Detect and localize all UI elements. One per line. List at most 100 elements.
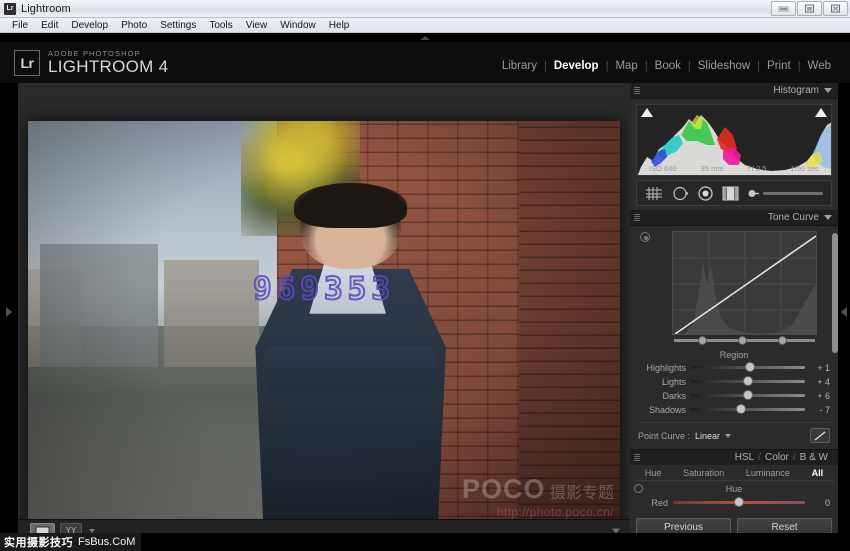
lr-icon: Lr [4, 3, 16, 15]
module-develop[interactable]: Develop [547, 60, 606, 72]
hsl-separator: / [758, 452, 761, 463]
menu-item-help[interactable]: Help [323, 19, 356, 32]
point-curve-row: Point Curve : Linear [638, 422, 830, 443]
menu-item-develop[interactable]: Develop [65, 19, 114, 32]
point-curve-value[interactable]: Linear [695, 431, 720, 441]
slider-knob[interactable] [743, 376, 753, 386]
menu-item-window[interactable]: Window [274, 19, 322, 32]
maximize-icon [804, 4, 815, 13]
chevron-up-icon [420, 36, 430, 40]
hsl-slider-track[interactable] [673, 501, 805, 504]
slider-lights[interactable]: Lights + 4 [638, 375, 830, 388]
top-panel-collapse-toggle[interactable] [0, 33, 850, 42]
slider-highlights[interactable]: Highlights + 1 [638, 361, 830, 374]
menu-item-settings[interactable]: Settings [154, 19, 202, 32]
slider-track[interactable] [691, 394, 805, 397]
module-library[interactable]: Library [495, 60, 544, 72]
tone-curve-graph[interactable] [672, 231, 817, 335]
chevron-down-icon[interactable] [824, 215, 832, 220]
hsl-tab-all[interactable]: All [808, 468, 828, 478]
menu-bar: File Edit Develop Photo Settings Tools V… [0, 18, 850, 33]
split-handle-shadows[interactable] [698, 336, 707, 345]
menu-item-tools[interactable]: Tools [203, 19, 238, 32]
identity-line-2: LIGHTROOM 4 [48, 58, 168, 76]
histogram-graph[interactable]: ISO 640 35 mm f / 2.5 1/50 sec [636, 104, 832, 176]
slider-darks[interactable]: Darks + 6 [638, 389, 830, 402]
chevron-down-icon[interactable] [725, 434, 731, 438]
menu-item-photo[interactable]: Photo [115, 19, 153, 32]
histogram-panel-header[interactable]: Histogram [630, 83, 838, 99]
slider-shadows[interactable]: Shadows - 7 [638, 403, 830, 416]
menu-item-view[interactable]: View [240, 19, 274, 32]
edit-point-curve-button[interactable] [810, 428, 830, 443]
slider-label: Highlights [638, 363, 686, 373]
identity-text: ADOBE PHOTOSHOP LIGHTROOM 4 [48, 50, 168, 76]
module-map[interactable]: Map [608, 60, 644, 72]
hsl-tab-saturation[interactable]: Saturation [679, 468, 728, 478]
menu-item-file[interactable]: File [6, 19, 34, 32]
status-text-cn: 实用摄影技巧 [4, 534, 73, 550]
lightroom-logo: Lr [14, 50, 40, 76]
graduated-filter-tool-icon[interactable] [722, 186, 739, 201]
slider-value: - 7 [810, 405, 830, 415]
maximize-button[interactable] [797, 1, 822, 16]
hsl-title-bw[interactable]: B & W [800, 452, 828, 463]
split-handle-highlights[interactable] [778, 336, 787, 345]
region-label: Region [630, 350, 838, 360]
photo-vignette [28, 121, 620, 531]
minimize-icon [778, 4, 789, 13]
hsl-slider-value: 0 [810, 498, 830, 508]
window-title: Lightroom [21, 3, 71, 15]
hsl-slider-red[interactable]: Red 0 [638, 496, 830, 509]
hsl-tab-hue[interactable]: Hue [641, 468, 666, 478]
exif-shutter-speed: 1/50 sec [791, 164, 819, 173]
minimize-button[interactable] [771, 1, 796, 16]
chevron-down-icon[interactable] [824, 88, 832, 93]
close-icon [830, 4, 841, 13]
image-viewer[interactable]: 969353 POCO 摄影专题 http://photo.poco.cn/ [18, 83, 630, 541]
panel-grip-icon [634, 214, 640, 221]
module-book[interactable]: Book [648, 60, 688, 72]
hsl-title-hsl[interactable]: HSL [735, 452, 754, 463]
targeted-adjustment-tool-icon[interactable] [634, 484, 643, 493]
close-button[interactable] [823, 1, 848, 16]
exif-focal-length: 35 mm [701, 164, 724, 173]
slider-track[interactable] [691, 366, 805, 369]
menu-item-edit[interactable]: Edit [35, 19, 64, 32]
hsl-slider-label: Red [638, 498, 668, 508]
adjustment-brush-tool-icon [748, 188, 760, 199]
chevron-right-icon [6, 307, 12, 317]
slider-knob[interactable] [736, 404, 746, 414]
spot-removal-tool-icon[interactable] [672, 186, 689, 201]
status-bar: 实用摄影技巧 FsBus.CoM [0, 533, 850, 551]
left-panel-collapse-toggle[interactable] [0, 83, 18, 541]
exif-iso: ISO 640 [649, 164, 677, 173]
module-slideshow[interactable]: Slideshow [691, 60, 757, 72]
slider-track[interactable] [691, 408, 805, 411]
adjustment-brush-tool[interactable] [748, 188, 823, 199]
identity-plate: Lr ADOBE PHOTOSHOP LIGHTROOM 4 Library |… [0, 42, 850, 83]
tone-curve-panel-header[interactable]: Tone Curve [630, 210, 838, 226]
curve-edit-icon [814, 431, 827, 441]
status-watermark: 实用摄影技巧 FsBus.CoM [0, 533, 141, 551]
slider-value: + 1 [810, 363, 830, 373]
hsl-title-color[interactable]: Color [765, 452, 789, 463]
hsl-tab-luminance[interactable]: Luminance [742, 468, 794, 478]
right-panel-collapse-toggle[interactable] [838, 83, 850, 541]
brush-size-slider[interactable] [763, 192, 823, 195]
split-handle-midtones[interactable] [738, 336, 747, 345]
tone-curve-title: Tone Curve [768, 212, 819, 223]
slider-track[interactable] [691, 380, 805, 383]
hsl-panel-header[interactable]: HSL / Color / B & W [630, 449, 838, 465]
crop-overlay-tool-icon[interactable] [645, 186, 663, 201]
module-print[interactable]: Print [760, 60, 798, 72]
slider-knob[interactable] [743, 390, 753, 400]
red-eye-correction-tool-icon[interactable] [698, 186, 713, 201]
tone-curve-split-controls [672, 336, 817, 345]
photo-canvas[interactable]: 969353 POCO 摄影专题 http://photo.poco.cn/ [28, 121, 620, 531]
module-web[interactable]: Web [801, 60, 838, 72]
targeted-adjustment-tool-icon[interactable] [640, 232, 650, 242]
point-curve-label: Point Curve : [638, 431, 690, 441]
slider-knob[interactable] [745, 362, 755, 372]
hsl-slider-knob[interactable] [734, 497, 744, 507]
